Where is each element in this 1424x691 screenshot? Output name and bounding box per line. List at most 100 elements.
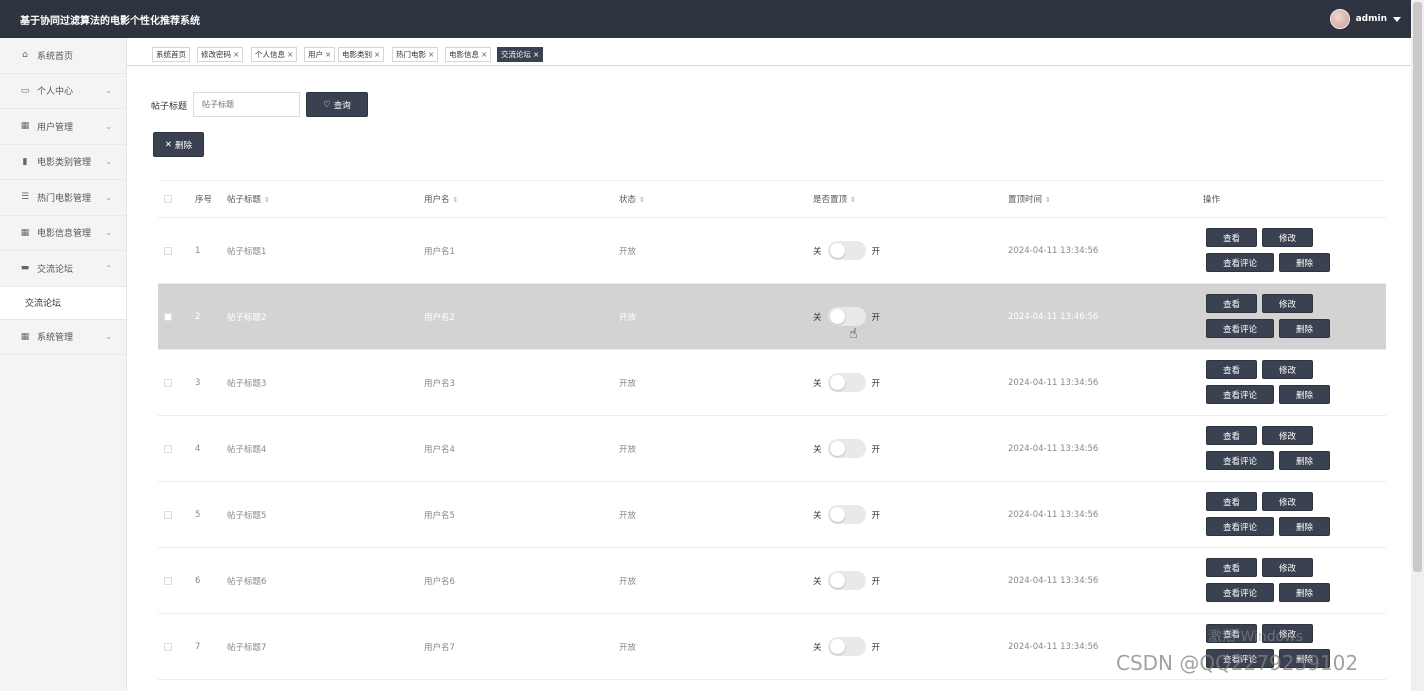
view-button[interactable]: 查看 <box>1206 492 1257 511</box>
view-button[interactable]: 查看 <box>1206 426 1257 445</box>
delete-button[interactable]: 删除 <box>1279 583 1330 602</box>
sidebar-subitem-forum[interactable]: 交流论坛 <box>0 286 126 320</box>
sidebar-item[interactable]: ▮ 电影类别管理 ⌄ <box>0 145 126 180</box>
sidebar-item[interactable]: ▦ 系统管理 ⌄ <box>0 320 126 355</box>
header-title[interactable]: 帖子标题 ⇕ <box>227 193 270 205</box>
sort-icon[interactable]: ⇕ <box>264 196 270 204</box>
edit-button[interactable]: 修改 <box>1262 360 1313 379</box>
header-status[interactable]: 状态 ⇕ <box>619 193 645 205</box>
scrollbar-thumb[interactable] <box>1413 2 1422 572</box>
edit-button[interactable]: 修改 <box>1262 558 1313 577</box>
switch-knob[interactable] <box>829 375 845 390</box>
table-row[interactable]: 6 帖子标题6 用户名6 开放关开 2024-04-11 13:34:56 查看 修改 查看评… <box>158 548 1386 614</box>
user-menu[interactable]: admin <box>1329 9 1401 29</box>
delete-button[interactable]: 删除 <box>1279 253 1330 272</box>
tab-item[interactable]: 电影类别 × <box>338 47 385 62</box>
table-row[interactable]: 4 帖子标题4 用户名4 开放关开 2024-04-11 13:34:56 查看 修改 查看评… <box>158 416 1386 482</box>
tab-item[interactable]: 用户 × <box>304 47 336 62</box>
row-checkbox[interactable] <box>164 510 172 519</box>
view-comments-button[interactable]: 查看评论 <box>1206 517 1274 536</box>
view-button[interactable]: 查看 <box>1206 294 1257 313</box>
edit-button[interactable]: 修改 <box>1262 492 1313 511</box>
sort-icon[interactable]: ⇕ <box>639 196 645 204</box>
caret-down-icon[interactable] <box>1393 16 1401 22</box>
close-icon[interactable]: × <box>481 50 487 59</box>
row-checkbox[interactable] <box>164 576 172 585</box>
sidebar-item[interactable]: ▭ 个人中心 ⌄ <box>0 74 126 109</box>
close-icon[interactable]: × <box>374 50 380 59</box>
row-checkbox[interactable] <box>164 378 172 387</box>
chevron-icon[interactable]: ⌄ <box>105 193 112 202</box>
view-comments-button[interactable]: 查看评论 <box>1206 253 1274 272</box>
edit-button[interactable]: 修改 <box>1262 294 1313 313</box>
row-checkbox[interactable] <box>164 642 172 651</box>
delete-button[interactable]: 删除 <box>1279 385 1330 404</box>
sort-icon[interactable]: ⇕ <box>1045 196 1051 204</box>
close-icon[interactable]: × <box>325 50 331 59</box>
chevron-icon[interactable]: ⌄ <box>105 157 112 166</box>
view-comments-button[interactable]: 查看评论 <box>1206 451 1274 470</box>
tab-item[interactable]: 电影信息 × <box>445 47 492 62</box>
switch-knob[interactable] <box>829 507 845 522</box>
sidebar-item[interactable]: ▬ 交流论坛 ⌃ <box>0 251 126 287</box>
pin-switch[interactable]: 关开 <box>813 505 880 524</box>
pin-switch[interactable]: 关开 <box>813 637 880 656</box>
search-input[interactable] <box>193 92 300 117</box>
pin-switch[interactable]: 关开 <box>813 307 880 326</box>
tab-item[interactable]: 系统首页 <box>152 47 190 62</box>
delete-button[interactable]: 删除 <box>1279 451 1330 470</box>
header-pinned[interactable]: 是否置顶 ⇕ <box>813 193 856 205</box>
select-all-checkbox[interactable] <box>164 195 172 203</box>
switch-track[interactable] <box>827 571 866 590</box>
close-icon[interactable]: × <box>428 50 434 59</box>
scrollbar[interactable] <box>1411 0 1424 691</box>
delete-button[interactable]: 删除 <box>1279 319 1330 338</box>
sidebar-item[interactable]: ▦ 电影信息管理 ⌄ <box>0 216 126 251</box>
chevron-icon[interactable]: ⌄ <box>105 86 112 95</box>
row-checkbox[interactable] <box>164 246 172 255</box>
chevron-icon[interactable]: ⌃ <box>105 264 112 273</box>
view-button[interactable]: 查看 <box>1206 558 1257 577</box>
switch-track[interactable] <box>827 637 866 656</box>
table-row[interactable]: 1 帖子标题1 用户名1 开放关开 2024-04-11 13:34:56 查看 修改 查看评… <box>158 218 1386 284</box>
switch-track[interactable] <box>827 439 866 458</box>
sidebar-item[interactable]: ▦ 用户管理 ⌄ <box>0 109 126 145</box>
tab-item[interactable]: 个人信息 × <box>251 47 298 62</box>
pin-switch[interactable]: 关开 <box>813 373 880 392</box>
sort-icon[interactable]: ⇕ <box>850 196 856 204</box>
sidebar-item[interactable]: ☰ 热门电影管理 ⌄ <box>0 180 126 216</box>
switch-track[interactable] <box>827 307 866 326</box>
sidebar-item[interactable]: ⌂ 系统首页 <box>0 38 126 74</box>
edit-button[interactable]: 修改 <box>1262 228 1313 247</box>
close-icon[interactable]: × <box>233 50 239 59</box>
pin-switch[interactable]: 关开 <box>813 571 880 590</box>
close-icon[interactable]: × <box>287 50 293 59</box>
switch-knob[interactable] <box>829 309 845 324</box>
switch-knob[interactable] <box>829 573 845 588</box>
table-row[interactable]: 2 帖子标题2 用户名2 开放关开 2024-04-11 13:46:56 查看 修改 查看评… <box>158 284 1386 350</box>
switch-knob[interactable] <box>829 639 845 654</box>
row-checkbox[interactable] <box>164 312 172 321</box>
table-row[interactable]: 3 帖子标题3 用户名3 开放关开 2024-04-11 13:34:56 查看 修改 查看评… <box>158 350 1386 416</box>
query-button[interactable]: ♡ 查询 <box>306 92 368 117</box>
chevron-icon[interactable]: ⌄ <box>105 122 112 131</box>
view-comments-button[interactable]: 查看评论 <box>1206 385 1274 404</box>
pin-switch[interactable]: 关开 <box>813 439 880 458</box>
avatar[interactable] <box>1329 9 1350 29</box>
pin-switch[interactable]: 关开 <box>813 241 880 260</box>
tab-item[interactable]: 交流论坛 × <box>497 47 544 62</box>
chevron-icon[interactable]: ⌄ <box>105 332 112 341</box>
delete-button[interactable]: 删除 <box>1279 517 1330 536</box>
view-button[interactable]: 查看 <box>1206 228 1257 247</box>
close-icon[interactable]: × <box>533 50 539 59</box>
view-comments-button[interactable]: 查看评论 <box>1206 583 1274 602</box>
switch-track[interactable] <box>827 241 866 260</box>
view-comments-button[interactable]: 查看评论 <box>1206 319 1274 338</box>
switch-track[interactable] <box>827 373 866 392</box>
row-checkbox[interactable] <box>164 444 172 453</box>
username-label[interactable]: admin <box>1356 14 1387 24</box>
header-username[interactable]: 用户名 ⇕ <box>424 193 458 205</box>
header-pin-time[interactable]: 置顶时间 ⇕ <box>1008 193 1051 205</box>
chevron-icon[interactable]: ⌄ <box>105 228 112 237</box>
tab-item[interactable]: 修改密码 × <box>197 47 244 62</box>
